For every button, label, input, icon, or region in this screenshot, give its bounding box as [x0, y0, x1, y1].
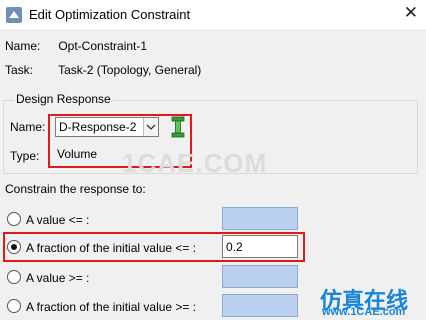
option-label: A value <= :: [26, 213, 90, 227]
task-row: Task: Task-2 (Topology, General): [5, 63, 201, 77]
radio-button[interactable]: [7, 299, 21, 313]
radio-button-selected[interactable]: [7, 240, 21, 254]
option-label: A fraction of the initial value >= :: [26, 300, 197, 314]
option-fraction-ge[interactable]: A fraction of the initial value >= :: [7, 299, 196, 314]
app-icon: [6, 7, 22, 23]
radio-button[interactable]: [7, 212, 21, 226]
response-type-label: Type:: [10, 149, 40, 163]
value-le-field[interactable]: [222, 207, 298, 230]
option-value-ge[interactable]: A value >= :: [7, 270, 89, 285]
fraction-le-value: 0.2: [226, 240, 243, 254]
name-label: Name:: [5, 39, 41, 53]
task-value: Task-2 (Topology, General): [58, 63, 202, 77]
response-name-label: Name:: [10, 120, 46, 134]
option-label: A value >= :: [26, 271, 90, 285]
close-icon[interactable]: ✕: [404, 3, 418, 23]
watermark: 1CAE.COM: [122, 148, 268, 178]
window-title: Edit Optimization Constraint: [29, 7, 191, 22]
constrain-heading: Constrain the response to:: [5, 182, 146, 196]
fraction-le-field[interactable]: 0.2: [222, 235, 298, 258]
brand-url: www.1CAE.com: [322, 306, 406, 318]
title-bar: Edit Optimization Constraint ✕: [0, 0, 426, 31]
radio-button[interactable]: [7, 270, 21, 284]
task-label: Task:: [5, 63, 34, 77]
design-response-title: Design Response: [14, 92, 113, 106]
option-fraction-le[interactable]: A fraction of the initial value <= :: [7, 240, 196, 255]
option-label: A fraction of the initial value <= :: [26, 241, 197, 255]
name-row: Name: Opt-Constraint-1: [5, 39, 147, 53]
option-value-le[interactable]: A value <= :: [7, 212, 89, 227]
constraint-name-value: Opt-Constraint-1: [58, 39, 148, 53]
value-ge-field[interactable]: [222, 265, 298, 288]
fraction-ge-field[interactable]: [222, 294, 298, 317]
